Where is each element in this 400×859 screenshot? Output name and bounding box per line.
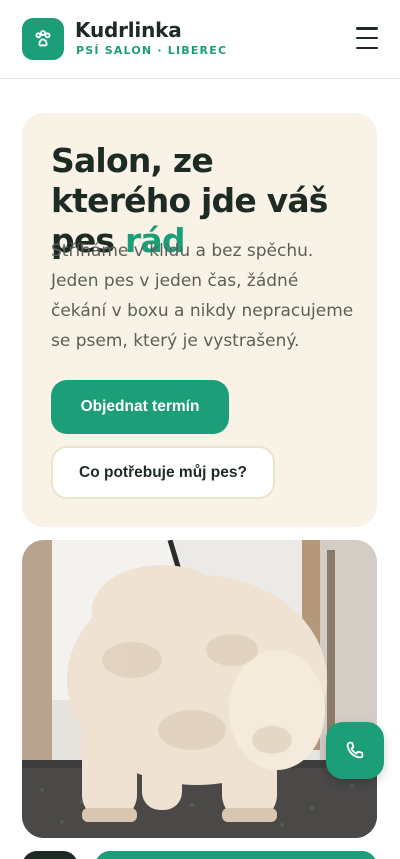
book-appointment-button[interactable]: Objednat termín [51,380,229,434]
paw-icon [35,30,51,47]
call-button[interactable] [326,722,384,779]
logo[interactable] [22,18,64,60]
brand-subtitle: PSÍ SALON · LIBEREC [76,44,228,57]
site-header: Kudrlinka PSÍ SALON · LIBEREC [0,0,400,79]
menu-bar [356,46,378,49]
phone-icon [346,741,364,758]
bottom-bar-dark-element[interactable] [22,851,78,859]
hero-description: Stříháme v klidu a bez spěchu. Jeden pes… [51,241,354,351]
bottom-bar-accent-element[interactable] [95,851,377,859]
menu-bar [356,27,378,30]
groomed-white-poodle-photo [22,540,377,838]
poodle-illustration [22,540,377,838]
hero-card: Salon, ze kterého jde váš pes rád Stříhá… [22,113,377,527]
dog-needs-button[interactable]: Co potřebuje můj pes? [51,446,275,499]
hamburger-menu-icon[interactable] [352,24,382,52]
menu-bar [356,36,378,40]
brand-name[interactable]: Kudrlinka [75,18,182,42]
